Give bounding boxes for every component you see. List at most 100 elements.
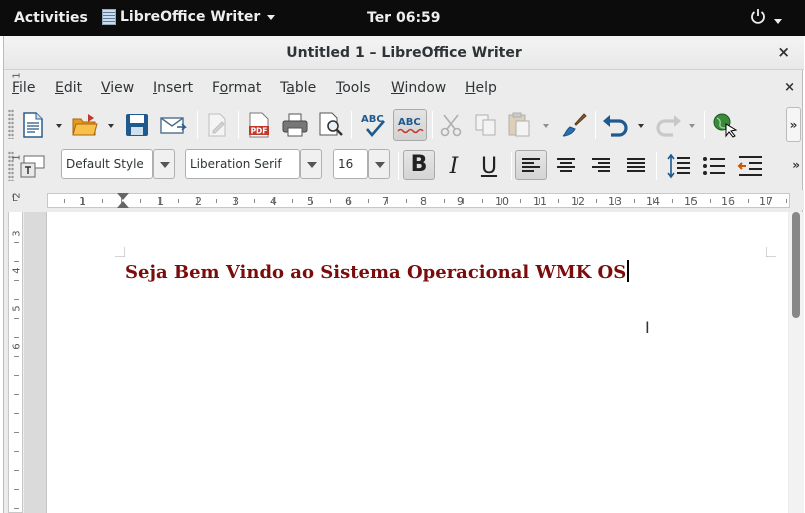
open-dropdown-arrow[interactable] xyxy=(108,124,114,128)
new-dropdown-arrow[interactable] xyxy=(56,124,62,128)
ruler-tick xyxy=(292,199,293,203)
paste-button[interactable] xyxy=(504,110,534,140)
ruler-tick xyxy=(159,198,160,204)
ruler-tick xyxy=(444,199,445,203)
bullet-list-button[interactable] xyxy=(699,151,729,181)
spelling-button[interactable]: ABC xyxy=(356,110,390,140)
font-name-dropdown-arrow[interactable] xyxy=(300,149,322,179)
menu-view[interactable]: View xyxy=(101,80,134,96)
vertical-ruler-tick xyxy=(14,318,19,319)
toolbar-separator xyxy=(511,152,512,180)
open-button[interactable] xyxy=(69,110,101,140)
clock[interactable]: Ter 06:59 xyxy=(367,10,441,26)
document-page[interactable]: Seja Bem Vindo ao Sistema Operacional WM… xyxy=(46,212,788,513)
toolbar-grip[interactable] xyxy=(8,109,14,139)
ruler-tick xyxy=(786,199,787,203)
paragraph-style-dropdown-arrow[interactable] xyxy=(153,149,175,179)
align-right-button[interactable] xyxy=(586,151,616,181)
document-text[interactable]: Seja Bem Vindo ao Sistema Operacional WM… xyxy=(125,260,630,283)
activities-button[interactable]: Activities xyxy=(14,10,88,26)
redo-dropdown-arrow[interactable] xyxy=(689,124,695,128)
font-name-combo[interactable]: Liberation Serif xyxy=(185,149,322,179)
window-close-button[interactable]: × xyxy=(777,43,790,61)
vertical-ruler[interactable]: 1 1 2 3 4 5 6 xyxy=(4,72,24,513)
horizontal-ruler[interactable]: L 11234567891011121314151617 xyxy=(4,190,804,210)
menu-tools[interactable]: Tools xyxy=(336,80,371,96)
undo-dropdown-arrow[interactable] xyxy=(638,124,644,128)
redo-button[interactable] xyxy=(652,110,684,140)
formatting-toolbar-overflow[interactable]: » xyxy=(792,158,800,172)
menu-table[interactable]: Table xyxy=(280,80,316,96)
justify-button[interactable] xyxy=(621,151,651,181)
ruler-tick xyxy=(368,199,369,203)
font-size-dropdown-arrow[interactable] xyxy=(368,149,390,179)
paragraph-style-combo[interactable]: Default Style xyxy=(61,149,175,179)
text-boundary-corner xyxy=(115,247,125,257)
toolbar-separator xyxy=(432,111,433,139)
clone-formatting-button[interactable] xyxy=(559,110,589,140)
ruler-tick xyxy=(387,198,388,204)
vertical-ruler-number: 2 xyxy=(11,192,23,199)
bold-toggle[interactable]: B xyxy=(403,150,435,180)
edit-document-icon xyxy=(208,113,226,137)
vertical-ruler-tick xyxy=(14,451,19,452)
print-preview-button[interactable] xyxy=(316,110,346,140)
ruler-tick xyxy=(729,198,730,204)
power-menu[interactable] xyxy=(750,8,782,28)
ruler-tick xyxy=(178,199,179,203)
chevron-down-icon xyxy=(267,14,276,20)
app-menu[interactable]: LibreOffice Writer xyxy=(102,9,276,25)
vertical-ruler-tick xyxy=(14,394,19,395)
toolbar-separator xyxy=(704,111,705,139)
line-spacing-button[interactable] xyxy=(664,151,694,181)
document-close-button[interactable]: × xyxy=(784,80,795,95)
email-button[interactable] xyxy=(157,110,191,140)
ruler-tick xyxy=(596,199,597,203)
export-pdf-button[interactable]: PDF xyxy=(244,110,274,140)
new-document-button[interactable] xyxy=(18,110,48,140)
chevron-down-icon xyxy=(773,19,782,24)
title-bar[interactable]: Untitled 1 – LibreOffice Writer × xyxy=(4,36,804,70)
font-size-combo[interactable]: 16 xyxy=(333,149,390,179)
ruler-tick xyxy=(216,199,217,203)
save-button[interactable] xyxy=(122,110,152,140)
italic-button[interactable]: I xyxy=(439,151,469,181)
menu-format[interactable]: Format xyxy=(212,80,261,96)
undo-button[interactable] xyxy=(600,110,632,140)
autospellcheck-toggle[interactable]: ABC xyxy=(393,109,427,141)
text-boundary-corner xyxy=(766,247,776,257)
paste-dropdown-arrow[interactable] xyxy=(543,124,549,128)
vertical-ruler-number: 3 xyxy=(11,230,23,237)
scrollbar-thumb[interactable] xyxy=(792,212,800,318)
ruler-tick xyxy=(197,198,198,204)
vertical-scrollbar[interactable] xyxy=(789,212,804,513)
copy-button[interactable] xyxy=(471,110,501,140)
menu-window[interactable]: Window xyxy=(391,80,446,96)
indent-marker-icon[interactable] xyxy=(117,201,129,208)
align-center-button[interactable] xyxy=(551,151,581,181)
svg-text:PDF: PDF xyxy=(251,127,268,136)
ruler-tick xyxy=(349,198,350,204)
underline-button[interactable]: U xyxy=(474,151,504,181)
paragraph-style-value: Default Style xyxy=(66,157,144,171)
edit-mode-button[interactable] xyxy=(202,110,232,140)
vertical-ruler-tick xyxy=(14,375,19,376)
indent-marker-icon[interactable] xyxy=(117,193,129,200)
align-left-toggle[interactable] xyxy=(515,150,547,180)
ruler-tick xyxy=(330,199,331,203)
align-left-icon xyxy=(522,158,540,172)
menu-edit[interactable]: Edit xyxy=(55,80,82,96)
ruler-tick xyxy=(615,198,616,204)
styles-icon xyxy=(20,155,45,178)
decrease-indent-button[interactable] xyxy=(735,151,765,181)
ruler-tick xyxy=(254,199,255,203)
cut-button[interactable] xyxy=(436,110,466,140)
menu-file[interactable]: File xyxy=(12,80,35,96)
navigator-button[interactable] xyxy=(710,110,740,140)
menu-insert[interactable]: Insert xyxy=(153,80,193,96)
print-button[interactable] xyxy=(280,110,310,140)
standard-toolbar-overflow[interactable]: » xyxy=(786,107,801,142)
power-icon xyxy=(751,9,765,24)
menu-help[interactable]: Help xyxy=(465,80,497,96)
ruler-tick xyxy=(273,198,274,204)
